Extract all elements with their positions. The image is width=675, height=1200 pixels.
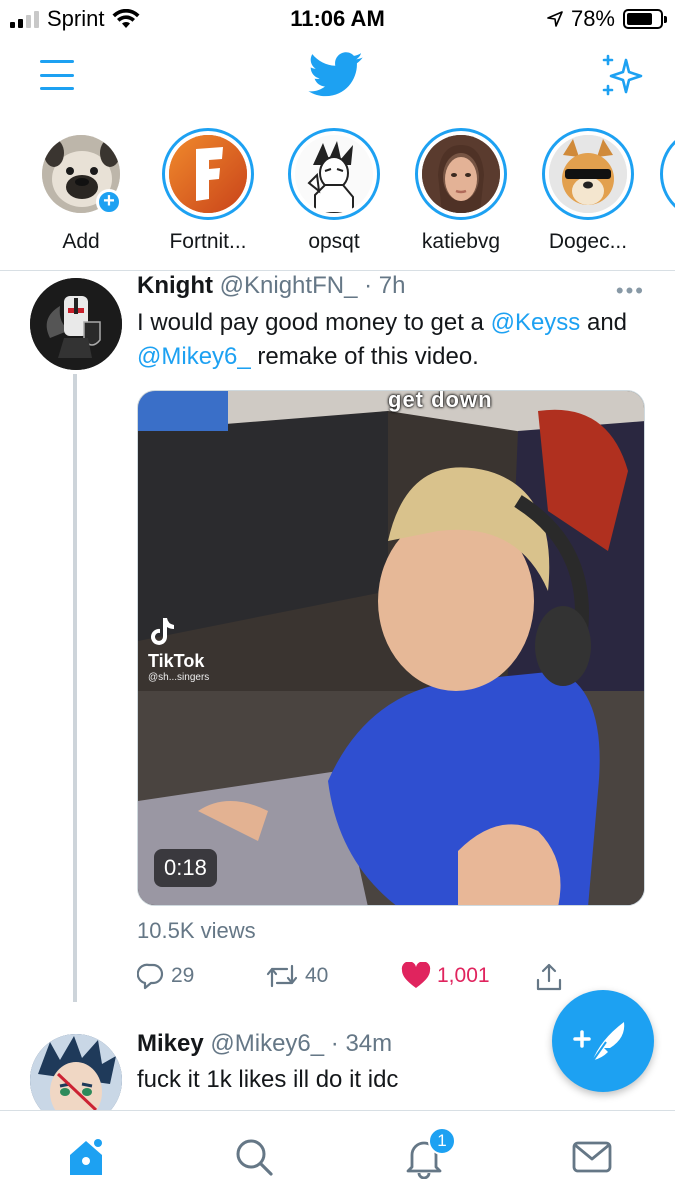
fleet-opsqt[interactable]: opsqt — [279, 128, 389, 254]
avatar[interactable] — [30, 1034, 122, 1110]
reply-text: fuck it 1k likes ill do it idc — [137, 1066, 399, 1093]
twitter-bird-icon[interactable] — [308, 52, 364, 98]
view-count: 10.5K views — [137, 918, 256, 943]
fleet-fortnite[interactable]: Fortnit... — [153, 128, 263, 254]
tweet-header: Knight @KnightFN_ · 7h — [137, 272, 405, 300]
fleet-add[interactable]: + Add — [26, 128, 136, 254]
author-name[interactable]: Knight — [137, 272, 213, 299]
fleet-ring — [415, 128, 507, 220]
status-right: 78% — [547, 6, 667, 32]
tab-home[interactable] — [64, 1135, 108, 1179]
tweet-text-part: I would pay good money to get a — [137, 309, 491, 336]
battery-icon — [623, 9, 667, 29]
avatar — [169, 135, 247, 213]
sparkle-icon[interactable] — [596, 52, 648, 100]
tiktok-watermark: TikTok @sh...singers — [148, 616, 209, 683]
fleet-ring — [660, 128, 675, 220]
fleet-katiebvg[interactable]: katiebvg — [406, 128, 516, 254]
fleet-label: Add — [62, 230, 100, 253]
tiktok-wordmark: TikTok — [148, 651, 205, 671]
hamburger-icon[interactable] — [40, 60, 74, 90]
mention-mikey[interactable]: @Mikey6_ — [137, 343, 251, 370]
tweet-video[interactable]: get down TikTok @sh...singers 0:18 — [137, 390, 645, 906]
retweet-icon — [266, 964, 298, 988]
location-arrow-icon — [547, 11, 563, 27]
status-bar: Sprint 11:06 AM 78% — [0, 0, 675, 38]
video-caption-overlay: get down — [388, 390, 493, 412]
fleet-label: Fortnit... — [169, 230, 247, 253]
fleet-ring — [162, 128, 254, 220]
fleet-label: opsqt — [308, 230, 360, 253]
video-frame — [138, 391, 644, 905]
battery-percent: 78% — [570, 6, 615, 31]
top-nav — [0, 40, 675, 112]
share-button[interactable] — [535, 962, 563, 992]
tweet-text: I would pay good money to get a @Keyss a… — [137, 306, 657, 374]
add-plus-icon: + — [96, 189, 122, 215]
reply-count: 29 — [171, 964, 195, 987]
fleet-ring: + — [35, 128, 127, 220]
tiktok-icon — [151, 618, 174, 645]
tab-search[interactable] — [232, 1135, 276, 1179]
reply-button[interactable]: 29 — [137, 962, 194, 990]
avatar[interactable] — [30, 278, 122, 370]
fleet-dogecoin[interactable]: Dogec... — [533, 128, 643, 254]
notification-badge: 1 — [428, 1127, 456, 1155]
compose-quill-icon — [573, 1022, 625, 1063]
avatar — [549, 135, 627, 213]
mention-keyss[interactable]: @Keyss — [491, 309, 581, 336]
avatar — [422, 135, 500, 213]
tweet-time: · 7h — [364, 272, 406, 299]
heart-filled-icon — [401, 962, 431, 988]
more-options-icon[interactable]: ••• — [616, 278, 645, 304]
tab-messages[interactable] — [570, 1135, 614, 1179]
bottom-nav: 1 — [0, 1110, 675, 1200]
search-icon — [236, 1139, 273, 1176]
retweet-button[interactable]: 40 — [265, 962, 328, 990]
like-count: 1,001 — [437, 964, 490, 987]
reply-time: · 34m — [330, 1030, 393, 1057]
reply-header: Mikey @Mikey6_ · 34m — [137, 1030, 392, 1058]
retweet-count: 40 — [305, 964, 329, 987]
fleets-row: + Add Fortnit... opsqt katiebvg Dogec... — [0, 128, 675, 260]
reply-icon — [137, 963, 164, 990]
fleet-partial[interactable] — [660, 128, 675, 220]
fleet-label: Dogec... — [548, 230, 628, 253]
video-duration: 0:18 — [154, 849, 217, 887]
like-button[interactable]: 1,001 — [401, 962, 490, 990]
tweet-text-part: and — [580, 309, 628, 336]
reply-author-handle[interactable]: @Mikey6_ — [210, 1030, 324, 1057]
avatar — [295, 135, 373, 213]
fleet-ring — [288, 128, 380, 220]
battery-fill — [627, 13, 652, 25]
tab-notifications[interactable]: 1 — [402, 1127, 456, 1180]
home-icon — [70, 1139, 102, 1175]
divider — [0, 270, 675, 271]
author-handle[interactable]: @KnightFN_ — [220, 272, 358, 299]
fleet-label: katiebvg — [421, 230, 501, 253]
reply-author-name[interactable]: Mikey — [137, 1030, 204, 1057]
compose-tweet-button[interactable] — [552, 990, 654, 1092]
fleet-ring — [542, 128, 634, 220]
share-icon — [536, 963, 562, 991]
messages-icon — [572, 1141, 612, 1173]
tiktok-handle: @sh...singers — [148, 672, 210, 683]
tweet-text-part: remake of this video. — [250, 343, 479, 370]
thread-line — [73, 374, 77, 1002]
